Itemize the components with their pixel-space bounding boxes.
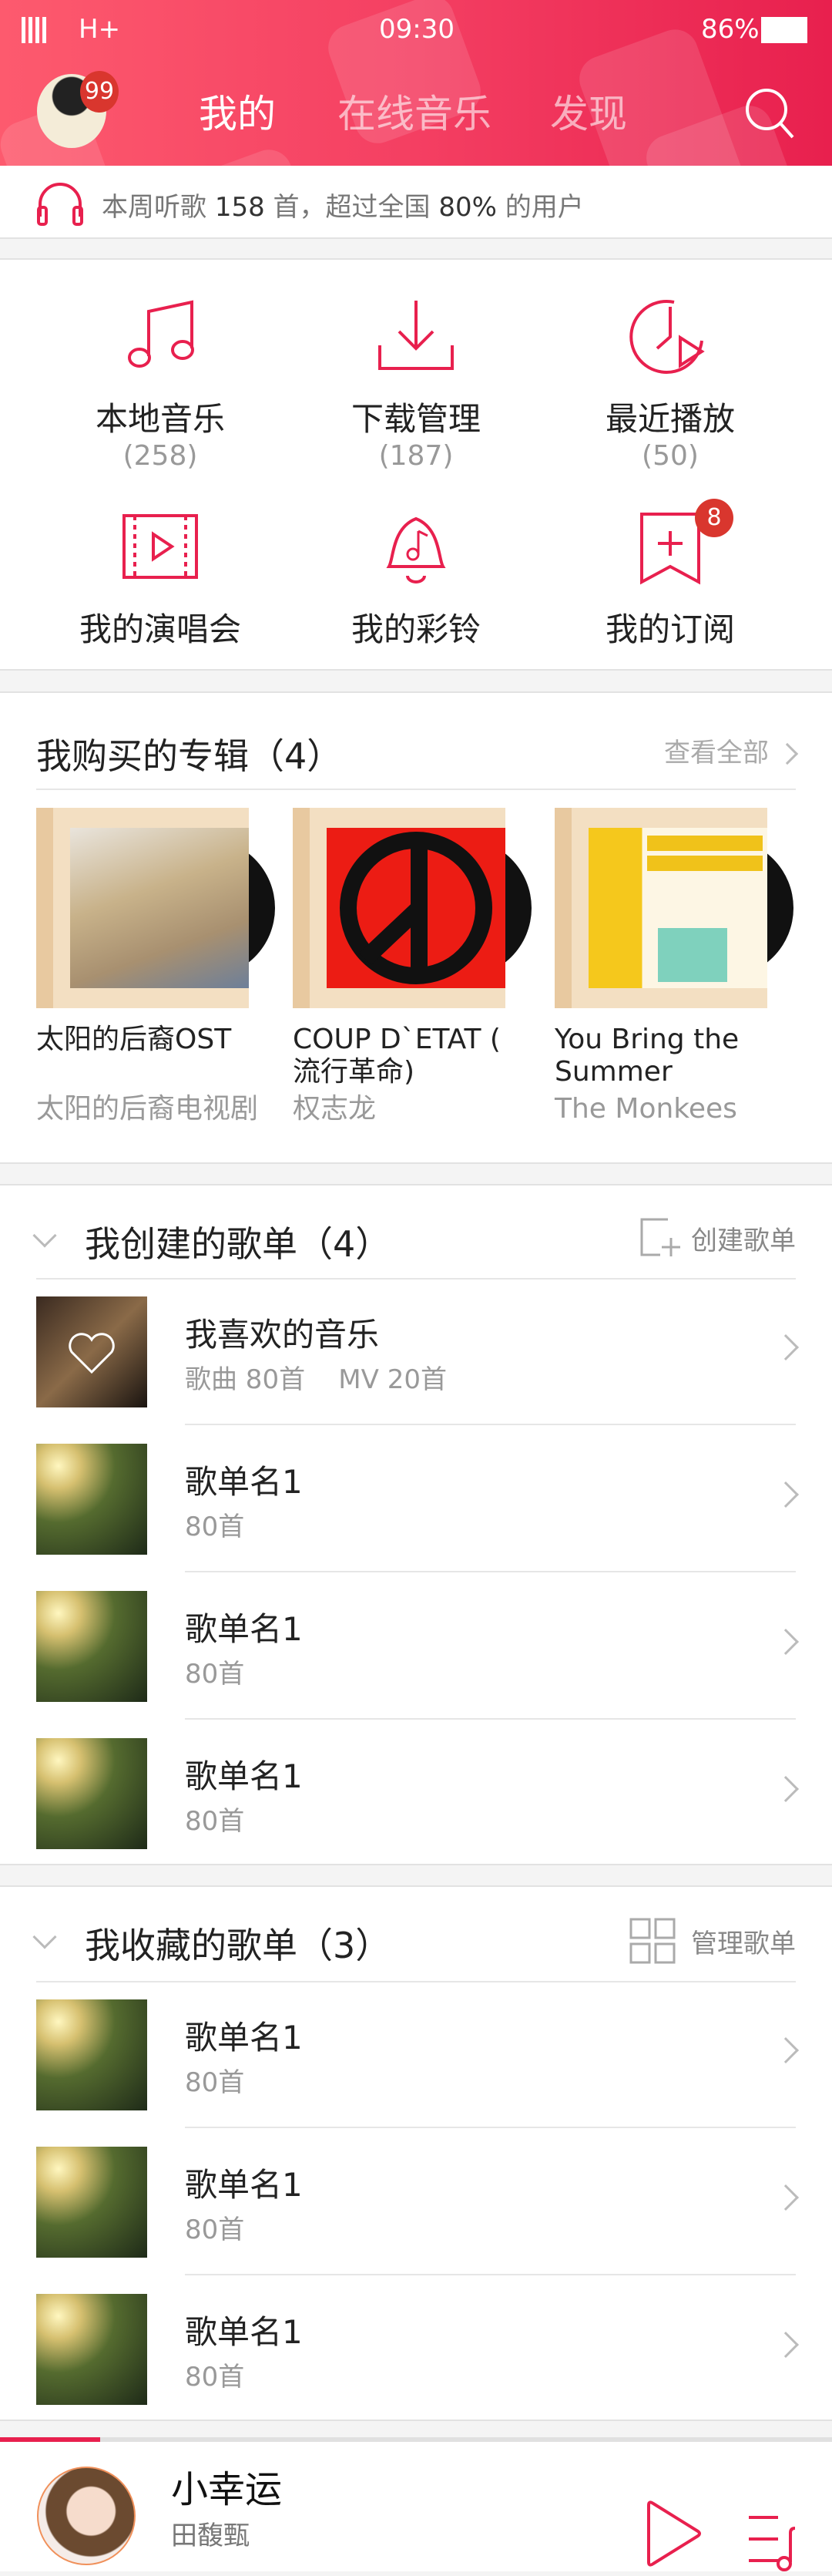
grid-label: 下载管理	[351, 400, 481, 438]
chevron-right-icon	[773, 1629, 799, 1655]
recent-play-icon	[629, 299, 705, 374]
mini-player[interactable]: 小幸运 田馥甄	[0, 2437, 832, 2571]
download-icon	[378, 301, 454, 370]
artist-name: 田馥甄	[171, 2521, 250, 2551]
album-cover	[293, 808, 505, 1008]
quick-access-grid: 本地音乐 (258) 下载管理 (187) 最近播放 (50) 我的演唱会 我的…	[0, 258, 832, 671]
add-playlist-icon	[640, 1218, 680, 1256]
clock: 09:30	[379, 14, 455, 45]
signal-icon	[22, 17, 46, 43]
chevron-right-icon	[773, 1334, 799, 1360]
battery-percent: 86%	[701, 14, 760, 45]
grid-label: 我的彩铃	[351, 610, 481, 648]
album-title: 太阳的后裔OST	[36, 1024, 232, 1055]
battery-icon	[761, 17, 807, 43]
view-all-link[interactable]: 查看全部	[664, 731, 799, 769]
album-title: You Bring the Summer	[555, 1024, 740, 1088]
playlist-cover	[36, 2294, 147, 2405]
playlist-row[interactable]: 歌单名1 80首	[0, 1572, 832, 1720]
now-playing-cover	[37, 2467, 136, 2565]
grid-label: 最近播放	[605, 400, 735, 438]
grid-item-recent[interactable]: 最近播放 (50)	[555, 294, 786, 472]
album-cover	[555, 808, 767, 1008]
album-artist: The Monkees	[555, 1093, 737, 1125]
progress-bar[interactable]	[0, 2437, 832, 2442]
playlist-cover	[36, 1738, 147, 1849]
playlist-cover	[36, 1999, 147, 2110]
search-icon[interactable]	[743, 86, 797, 140]
grid-manage-icon	[629, 1918, 676, 1964]
grid-count: (50)	[642, 440, 699, 472]
section-title: 我收藏的歌单（3）	[85, 1925, 391, 1966]
playlist-row[interactable]: 歌单名1 80首	[0, 1425, 832, 1572]
playlist-name: 歌单名1	[185, 2019, 303, 2056]
tab-discover[interactable]: 发现	[550, 83, 627, 139]
collapse-chevron-icon[interactable]	[32, 1223, 57, 1248]
album-artist: 太阳的后裔电视剧	[36, 1093, 259, 1125]
weekly-stats-bar: 本周听歌 158 首，超过全国 80% 的用户	[0, 166, 832, 239]
notification-badge: 99	[80, 71, 119, 113]
grid-label: 本地音乐	[95, 400, 225, 438]
song-title: 小幸运	[171, 2468, 283, 2511]
network-type: H+	[79, 14, 121, 45]
heart-icon	[69, 1333, 115, 1374]
album-title: COUP D`ETAT ( 流行革命)	[293, 1024, 501, 1088]
play-icon[interactable]	[644, 2500, 703, 2567]
concert-video-icon	[122, 514, 198, 579]
grid-item-ringtones[interactable]: 我的彩铃	[300, 505, 532, 651]
playlist-name: 歌单名1	[185, 1757, 303, 1795]
playlist-meta: 80首	[185, 2067, 245, 2098]
playlist-name: 歌单名1	[185, 1610, 303, 1648]
playlist-row[interactable]: 歌单名1 80首	[0, 2128, 832, 2275]
grid-item-local-music[interactable]: 本地音乐 (258)	[45, 294, 276, 472]
playlist-name: 歌单名1	[185, 2313, 303, 2351]
tab-mine[interactable]: 我的	[199, 83, 276, 139]
chevron-right-icon	[773, 2184, 799, 2211]
playlist-cover	[36, 2147, 147, 2258]
section-title: 我创建的歌单（4）	[85, 1223, 391, 1265]
headphones-icon	[37, 183, 83, 226]
album-artist: 权志龙	[293, 1093, 377, 1125]
create-playlist-button[interactable]: 创建歌单	[637, 1216, 796, 1259]
playlist-meta: 80首	[185, 1512, 245, 1542]
grid-count: (187)	[378, 440, 454, 472]
playlist-name: 我喜欢的音乐	[185, 1316, 380, 1354]
playlist-cover	[36, 1591, 147, 1702]
grid-count: (258)	[122, 440, 198, 472]
top-header: H+ 09:30 86% 99 我的 在线音乐 发现	[0, 0, 832, 166]
chevron-right-icon	[773, 2037, 799, 2063]
weekly-stats-text: 本周听歌 158 首，超过全国 80% 的用户	[102, 192, 584, 223]
section-title: 我购买的专辑（4）	[36, 735, 343, 777]
playlist-cover	[36, 1444, 147, 1555]
chevron-right-icon	[773, 1481, 799, 1508]
ringtone-bell-icon	[386, 516, 446, 583]
playlist-row[interactable]: 歌单名1 80首	[0, 1720, 832, 1867]
chevron-right-icon	[773, 2332, 799, 2358]
grid-item-subscriptions[interactable]: 我的订阅 8	[555, 499, 786, 651]
chevron-right-icon	[776, 742, 799, 765]
music-note-icon	[128, 300, 194, 368]
grid-label: 我的演唱会	[79, 610, 241, 648]
grid-label: 我的订阅	[605, 610, 735, 648]
subscription-badge: 8	[695, 499, 733, 537]
playlist-name: 歌单名1	[185, 2166, 303, 2204]
playlist-meta: 歌曲 80首 MV 20首	[185, 1364, 447, 1395]
album-cover	[36, 808, 249, 1008]
playlist-meta: 80首	[185, 1659, 245, 1690]
playlist-queue-icon[interactable]	[747, 2514, 797, 2576]
playlist-meta: 80首	[185, 2214, 245, 2245]
playlist-row[interactable]: 我喜欢的音乐歌曲 80首 MV 20首	[0, 1278, 832, 1425]
tab-online-music[interactable]: 在线音乐	[337, 83, 491, 139]
chevron-right-icon	[773, 1776, 799, 1802]
manage-playlists-button[interactable]: 管理歌单	[629, 1918, 796, 1964]
playlist-cover	[36, 1296, 147, 1407]
playlist-row[interactable]: 歌单名1 80首	[0, 1981, 832, 2128]
grid-item-downloads[interactable]: 下载管理 (187)	[300, 294, 532, 472]
collapse-chevron-icon[interactable]	[32, 1925, 57, 1949]
playlist-row[interactable]: 歌单名1 80首	[0, 2275, 832, 2423]
playlist-name: 歌单名1	[185, 1463, 303, 1501]
playlist-meta: 80首	[185, 2362, 245, 2393]
playlist-meta: 80首	[185, 1806, 245, 1837]
grid-item-concerts[interactable]: 我的演唱会	[45, 505, 276, 651]
